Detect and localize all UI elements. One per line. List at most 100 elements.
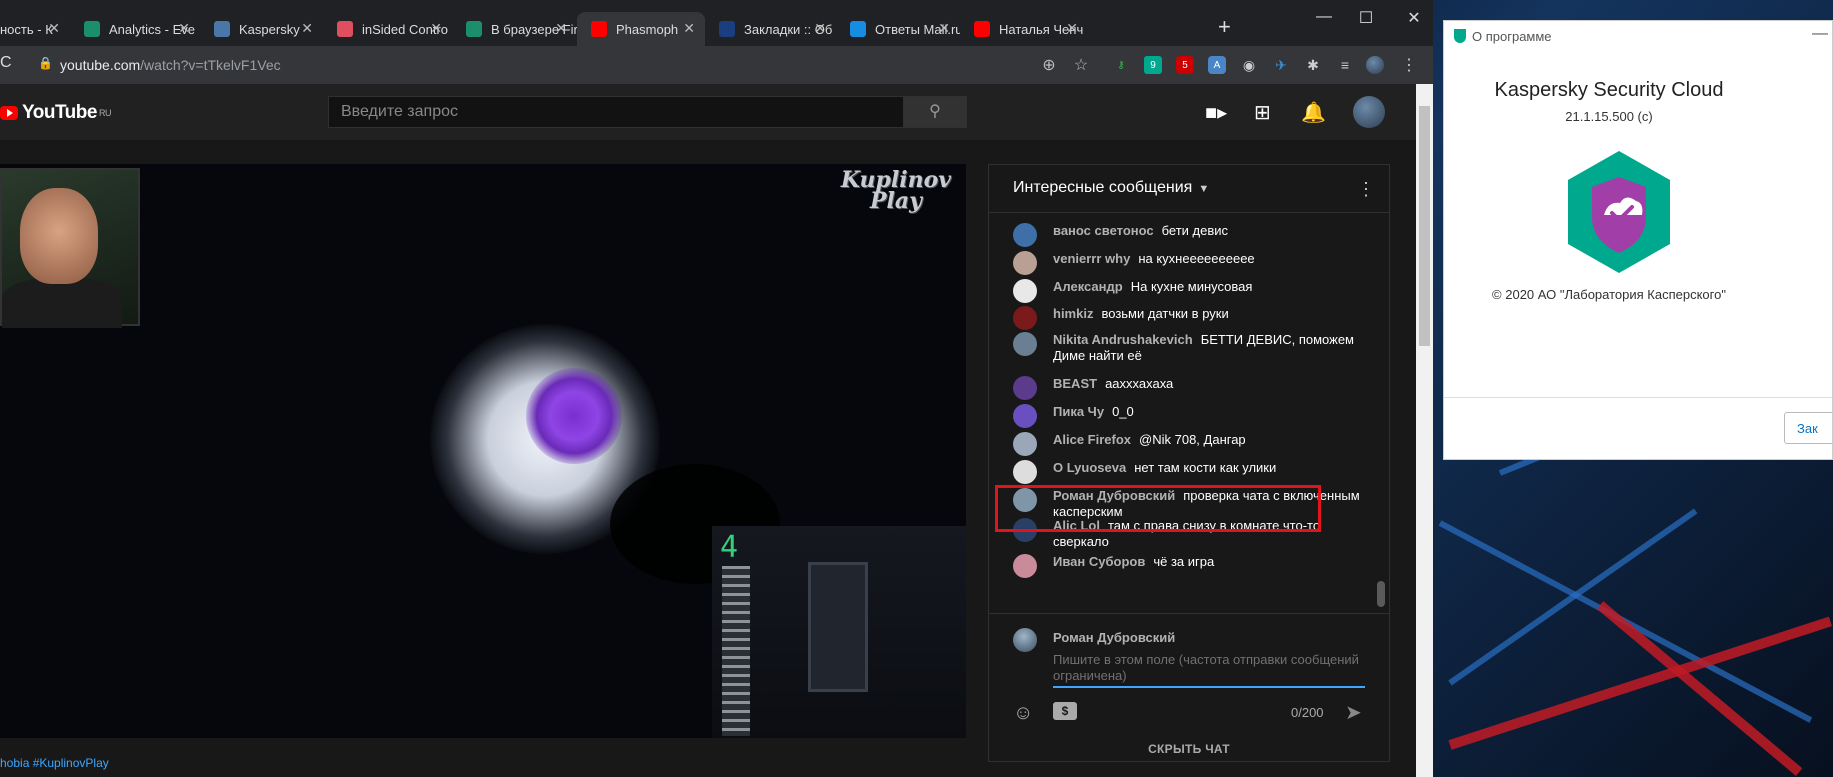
message-text: аахххахаха — [1105, 376, 1174, 391]
bookmark-star-icon[interactable]: ☆ — [1072, 56, 1090, 74]
message-author[interactable]: ванос светонос — [1053, 223, 1154, 238]
author-avatar[interactable] — [1013, 460, 1037, 484]
tab-3[interactable]: Kaspersky ✕ — [200, 12, 323, 46]
minimize-button[interactable]: — — [1310, 8, 1338, 26]
apps-grid-icon[interactable]: ⊞ — [1254, 100, 1271, 125]
chat-message-input[interactable]: Пишите в этом поле (частота отправки соо… — [1053, 650, 1365, 688]
chat-scrollbar[interactable] — [1377, 581, 1385, 607]
message-author[interactable]: himkiz — [1053, 306, 1093, 321]
chat-message[interactable]: Александр На кухне минусовая — [1013, 279, 1363, 303]
browser-menu-icon[interactable]: ⋮ — [1400, 56, 1418, 74]
chat-message[interactable]: venierrr why на кухнееееееееее — [1013, 251, 1363, 275]
author-avatar[interactable] — [1013, 251, 1037, 275]
message-author[interactable]: Иван Суборов — [1053, 554, 1145, 569]
message-text: нет там кости как улики — [1134, 460, 1277, 475]
tab-9[interactable]: Наталья Ченч ✕ — [960, 12, 1088, 46]
video-hashtags[interactable]: hobia #KuplinovPlay — [0, 756, 109, 770]
close-tab-icon[interactable]: ✕ — [1066, 20, 1078, 37]
author-avatar[interactable] — [1013, 376, 1037, 400]
chat-message[interactable]: О Lyuoseva нет там кости как улики — [1013, 460, 1363, 484]
chat-message[interactable]: Nikita Andrushakevich БЕТТИ ДЕВИС, поможе… — [1013, 332, 1363, 364]
create-video-icon[interactable]: ■▸ — [1205, 100, 1227, 125]
tab-1[interactable]: ность - К ✕ — [0, 12, 70, 46]
chat-message[interactable]: Alice Firefox @Nik 708, Дангар — [1013, 432, 1363, 456]
tab-5[interactable]: В браузере Fir ✕ — [452, 12, 577, 46]
message-author[interactable]: Nikita Andrushakevich — [1053, 332, 1193, 347]
key-extension-icon[interactable]: ⚷ — [1112, 56, 1130, 74]
chat-menu-icon[interactable]: ⋮ — [1357, 179, 1375, 200]
extensions-puzzle-icon[interactable]: ✱ — [1304, 56, 1322, 74]
message-body: О Lyuoseva нет там кости как улики — [1053, 460, 1276, 476]
kaspersky-close-button[interactable]: Зак — [1784, 412, 1832, 444]
close-tab-icon[interactable]: ✕ — [814, 20, 826, 37]
chat-message[interactable]: Иван Суборов чё за игра — [1013, 554, 1363, 578]
close-tab-icon[interactable]: ✕ — [301, 20, 313, 37]
video-player[interactable]: Kuplinov Play 4 — [0, 164, 966, 738]
highlight-box — [995, 485, 1321, 532]
maximize-button[interactable]: ☐ — [1352, 8, 1380, 28]
message-author[interactable]: BEAST — [1053, 376, 1097, 391]
message-author[interactable]: О Lyuoseva — [1053, 460, 1126, 475]
send-icon[interactable]: ➤ — [1345, 700, 1362, 725]
new-tab-button[interactable]: + — [1218, 14, 1231, 40]
vpn-extension-icon[interactable]: ✈ — [1272, 56, 1290, 74]
chat-messages: ванос светонос бети девис venierrr why на к… — [989, 213, 1389, 613]
author-avatar[interactable] — [1013, 404, 1037, 428]
notifications-bell-icon[interactable]: 🔔 — [1301, 100, 1326, 125]
chat-message[interactable]: himkiz возьми датчки в руки — [1013, 306, 1363, 330]
super-chat-icon[interactable]: $ — [1053, 702, 1077, 720]
author-avatar[interactable] — [1013, 306, 1037, 330]
close-tab-icon[interactable]: ✕ — [430, 20, 442, 37]
account-avatar[interactable] — [1353, 96, 1385, 128]
close-window-button[interactable]: ✕ — [1400, 8, 1428, 28]
message-author[interactable]: Александр — [1053, 279, 1123, 294]
message-body: Alice Firefox @Nik 708, Дангар — [1053, 432, 1246, 448]
media-control-icon[interactable]: ≡ — [1336, 56, 1354, 74]
kaspersky-extension-icon[interactable]: 9 — [1144, 56, 1162, 74]
reload-icon[interactable]: C — [0, 54, 12, 72]
lock-icon[interactable]: 🔒 — [38, 56, 53, 70]
close-tab-icon[interactable]: ✕ — [938, 20, 950, 37]
page-scrollbar-thumb[interactable] — [1419, 106, 1430, 346]
author-avatar[interactable] — [1013, 432, 1037, 456]
youtube-play-icon — [0, 106, 18, 120]
search-input[interactable]: Введите запрос — [328, 96, 904, 128]
add-icon[interactable]: ⊕ — [1040, 56, 1058, 74]
tab-6[interactable]: Phasmoph ✕ — [577, 12, 705, 46]
profile-avatar-icon[interactable] — [1366, 56, 1384, 74]
message-author[interactable]: Alice Firefox — [1053, 432, 1131, 447]
translate-extension-icon[interactable]: A — [1208, 56, 1226, 74]
message-body: Nikita Andrushakevich БЕТТИ ДЕВИС, поможе… — [1053, 332, 1363, 364]
tab-8[interactable]: Ответы Mail.ru ✕ — [836, 12, 960, 46]
tab-label: Phasmoph — [616, 21, 679, 37]
message-author[interactable]: venierrr why — [1053, 251, 1130, 266]
tab-4[interactable]: inSided Contro ✕ — [323, 12, 452, 46]
close-tab-icon[interactable]: ✕ — [683, 20, 695, 37]
author-avatar[interactable] — [1013, 332, 1037, 356]
chat-header[interactable]: Интересные сообщения ▼ — [989, 165, 1389, 213]
hide-chat-button[interactable]: СКРЫТЬ ЧАТ — [989, 742, 1389, 756]
author-avatar[interactable] — [1013, 554, 1037, 578]
chat-message[interactable]: BEAST аахххахаха — [1013, 376, 1363, 400]
streamer-face — [20, 188, 98, 284]
chat-message[interactable]: ванос светонос бети девис — [1013, 223, 1363, 247]
emoji-icon[interactable]: ☺ — [1013, 702, 1033, 725]
close-tab-icon[interactable]: ✕ — [48, 20, 60, 37]
author-avatar[interactable] — [1013, 279, 1037, 303]
close-tab-icon[interactable]: ✕ — [178, 20, 190, 37]
adblock-plus-icon[interactable]: 5 — [1176, 56, 1194, 74]
tab-7[interactable]: Закладки :: Об ✕ — [705, 12, 836, 46]
tab-2[interactable]: Analytics - Eve ✕ — [70, 12, 200, 46]
address-bar[interactable]: youtube.com/watch?v=tTkelvF1Vec — [60, 57, 281, 73]
my-avatar — [1013, 628, 1037, 652]
page-scrollbar[interactable] — [1416, 84, 1433, 777]
message-author[interactable]: Пика Чу — [1053, 404, 1104, 419]
chat-message[interactable]: Пика Чу 0_0 — [1013, 404, 1363, 428]
youtube-icon — [974, 21, 990, 37]
author-avatar[interactable] — [1013, 223, 1037, 247]
youtube-logo[interactable]: YouTube RU — [0, 102, 111, 124]
search-button[interactable]: ⚲ — [903, 96, 967, 128]
kaspersky-minimize-button[interactable]: — — [1812, 25, 1828, 43]
close-tab-icon[interactable]: ✕ — [555, 20, 567, 37]
chat-extension-icon[interactable]: ◉ — [1240, 56, 1258, 74]
